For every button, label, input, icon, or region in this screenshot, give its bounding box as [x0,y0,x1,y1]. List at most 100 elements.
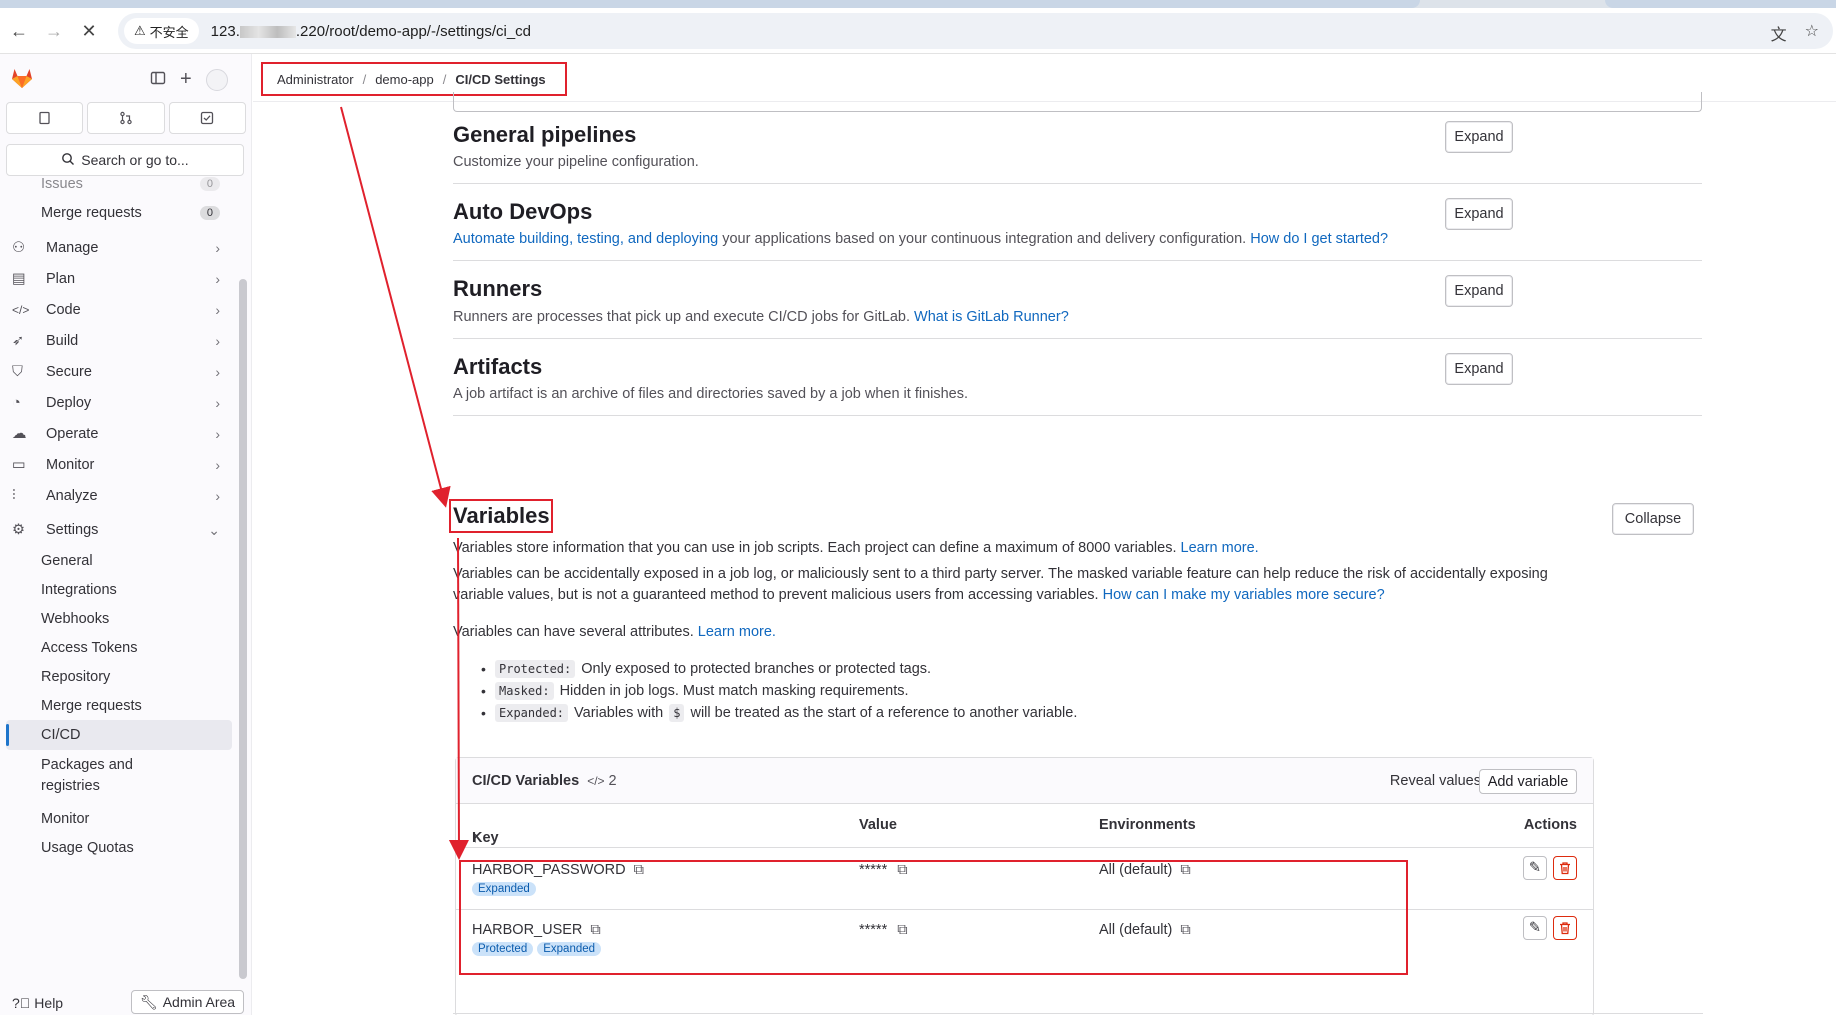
translate-icon[interactable]: 文 [1771,21,1787,45]
sidebar: + Search or go to... Issues 0 Merge reque… [0,54,252,1015]
sidebar-sub-integrations[interactable]: Integrations [6,575,232,605]
add-variable-button[interactable]: Add variable [1479,769,1577,794]
expand-button[interactable]: Expand [1445,275,1513,307]
sidebar-item-merge-requests[interactable]: Merge requests 0 [6,197,232,229]
header-value: Value [859,817,897,833]
security-indicator[interactable]: ⚠ 不安全 [124,18,199,44]
sidebar-item-build[interactable]: ➶ Build › [6,325,232,357]
address-bar[interactable]: ⚠ 不安全 123. .220/root/demo-app/-/settings/… [118,13,1833,49]
chevron-right-icon: › [215,364,220,380]
breadcrumb-administrator[interactable]: Administrator [277,72,354,87]
url-text[interactable]: 123. .220/root/demo-app/-/settings/ci_cd [211,23,531,40]
sidebar-sub-usage-quotas[interactable]: Usage Quotas [6,833,232,863]
monitor-icon: ▭ [12,457,26,473]
section-title: General pipelines [453,122,637,147]
sidebar-item-code[interactable]: </> Code › [6,294,232,326]
edit-variable-button[interactable]: ✎ [1523,916,1547,940]
merge-requests-tab-icon[interactable] [87,102,165,134]
delete-variable-button[interactable] [1553,856,1577,880]
sidebar-item-monitor[interactable]: ▭ Monitor › [6,449,232,481]
section-description: Automate building, testing, and deployin… [453,231,1389,247]
get-started-link[interactable]: How do I get started? [1250,231,1388,247]
sidebar-item-operate[interactable]: ☁ Operate › [6,418,232,450]
section-description: Customize your pipeline configuration. [453,154,699,170]
card-header: CI/CD Variables </> 2 Reveal values Add v… [456,758,1593,804]
search-icon [61,152,75,169]
collapse-button[interactable]: Collapse [1612,503,1694,535]
variable-count: </> 2 [587,772,617,789]
attributes-learn-more-link[interactable]: Learn more. [698,624,776,640]
chevron-right-icon: › [215,333,220,349]
pencil-icon: ✎ [1528,860,1542,876]
expand-button[interactable]: Expand [1445,353,1513,385]
expand-button[interactable]: Expand [1445,198,1513,230]
deploy-icon: ◔ [12,395,21,411]
section-artifacts: Artifacts A job artifact is an archive o… [453,339,1702,416]
section-runners: Runners Runners are processes that pick … [453,261,1702,339]
delete-variable-button[interactable] [1553,916,1577,940]
sidebar-item-deploy[interactable]: ◔ Deploy › [6,387,232,419]
sidebar-sub-repository[interactable]: Repository [6,662,232,692]
chevron-right-icon: › [215,271,220,287]
breadcrumb: Administrator / demo-app / CI/CD Setting… [261,62,567,96]
section-description: Runners are processes that pick up and e… [453,309,1069,325]
runner-link[interactable]: What is GitLab Runner? [914,309,1069,325]
attr-expanded: Expanded:Variables with$will be treated … [481,704,1077,722]
chevron-right-icon: › [215,395,220,411]
breadcrumb-demo-app[interactable]: demo-app [375,72,434,87]
bookmark-star-icon[interactable]: ☆ [1805,21,1819,45]
sidebar-sub-merge-requests[interactable]: Merge requests [6,691,232,721]
variables-attributes-intro: Variables can have several attributes. L… [453,624,776,640]
sidebar-toggle-icon[interactable] [150,70,166,89]
sidebar-scrollbar[interactable] [239,279,247,979]
chevron-right-icon: › [215,426,220,442]
browser-toolbar: ← → ✕ ⚠ 不安全 123. .220/root/demo-app/-/set… [0,8,1836,54]
divider [453,1013,1703,1014]
section-description: A job artifact is an archive of files an… [453,386,969,402]
sidebar-item-issues[interactable]: Issues 0 [6,168,232,200]
section-title: Artifacts [453,354,543,379]
auto-devops-link[interactable]: Automate building, testing, and deployin… [453,231,718,247]
stop-loading-icon[interactable]: ✕ [76,18,102,44]
calendar-icon: ▤ [12,271,26,287]
sidebar-sub-monitor[interactable]: Monitor [6,804,232,834]
settings-gear-icon: ⚙ [12,522,25,538]
section-title: Auto DevOps [453,199,593,224]
sidebar-item-secure[interactable]: ⛉ Secure › [6,356,232,388]
shield-icon: ⛉ [12,364,23,380]
sidebar-sub-webhooks[interactable]: Webhooks [6,604,232,634]
learn-more-link[interactable]: Learn more. [1181,540,1259,556]
avatar[interactable] [205,68,228,91]
sidebar-item-analyze[interactable]: ⫶ Analyze › [6,480,232,512]
rocket-icon: ➶ [12,333,25,349]
sidebar-sub-general[interactable]: General [6,546,232,576]
chevron-right-icon: › [215,457,220,473]
chevron-right-icon: › [215,488,220,504]
breadcrumb-current[interactable]: CI/CD Settings [455,72,545,87]
browser-tabstrip [0,0,1836,8]
reveal-values-toggle[interactable]: Reveal values [1390,773,1481,789]
card-title: CI/CD Variables [472,772,580,789]
variables-rows-highlight [459,860,1408,975]
edit-variable-button[interactable]: ✎ [1523,856,1547,880]
todo-tab-icon[interactable] [168,102,246,134]
sidebar-item-settings[interactable]: ⚙ Settings ⌄ [6,514,232,546]
sidebar-item-manage[interactable]: ⚇ Manage › [6,232,232,264]
expand-button[interactable]: Expand [1445,121,1513,153]
secure-variables-link[interactable]: How can I make my variables more secure? [1103,587,1385,603]
gitlab-logo-icon[interactable] [10,66,34,93]
admin-area-button[interactable]: 🔧︎ Admin Area [131,990,244,1014]
back-icon[interactable]: ← [6,18,32,44]
warning-icon: ⚠ [134,23,146,38]
table-header: Key ↑ Value Environments Actions [456,804,1593,848]
issues-tab-icon[interactable] [6,102,84,134]
chevron-down-icon: ⌄ [208,521,220,538]
plus-icon[interactable]: + [180,68,192,91]
sidebar-sub-packages[interactable]: Packages and registries [6,754,232,798]
forward-icon[interactable]: → [41,18,67,44]
help-button[interactable]: ?⃝ Help [12,995,63,1011]
sidebar-item-plan[interactable]: ▤ Plan › [6,263,232,295]
trash-icon [1560,862,1570,875]
sidebar-sub-access-tokens[interactable]: Access Tokens [6,633,232,663]
sidebar-sub-cicd[interactable]: CI/CD [6,720,232,750]
